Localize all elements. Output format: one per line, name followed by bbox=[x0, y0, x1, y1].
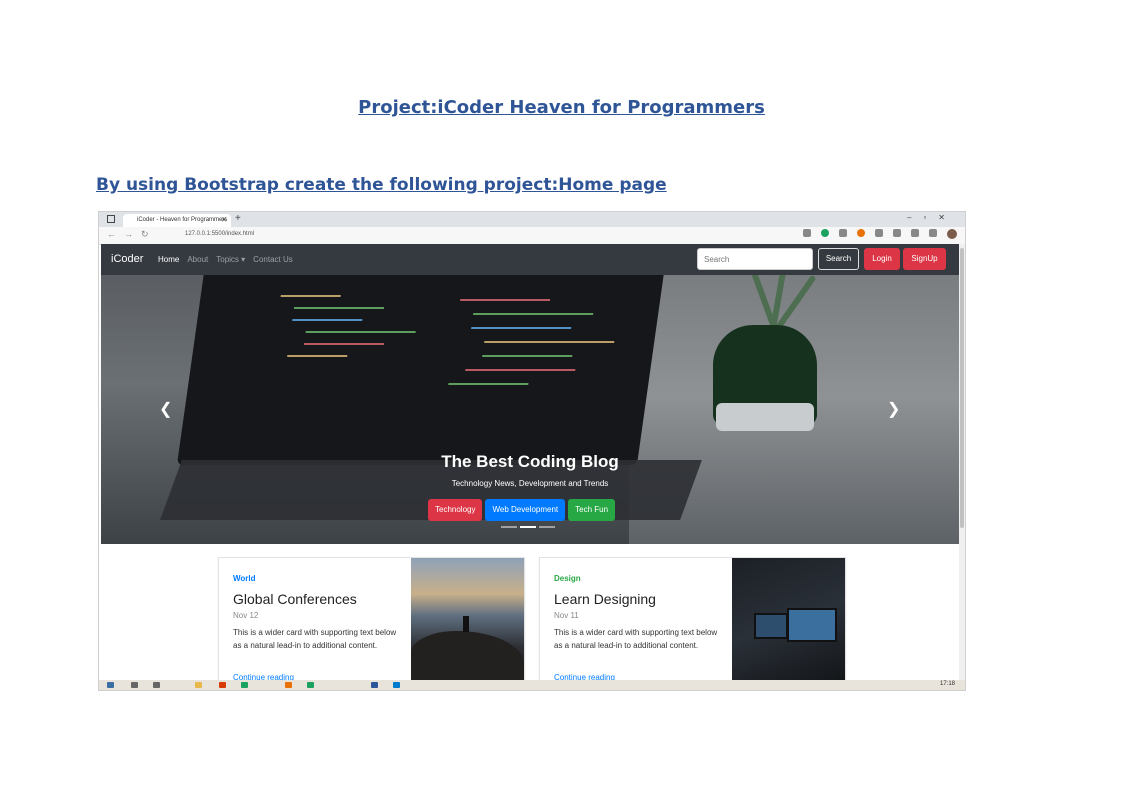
vscode-icon[interactable] bbox=[393, 682, 400, 688]
browser-tab-bar: iCoder - Heaven for Programmers ✕ + –▫✕ bbox=[99, 212, 965, 227]
carousel-indicators bbox=[501, 526, 555, 528]
browser-tab[interactable]: iCoder - Heaven for Programmers ✕ bbox=[123, 214, 231, 227]
window-controls[interactable]: –▫✕ bbox=[907, 213, 957, 222]
browser-screenshot: iCoder - Heaven for Programmers ✕ + –▫✕ … bbox=[98, 211, 966, 691]
extension-icon[interactable] bbox=[857, 229, 865, 237]
task-view-icon[interactable] bbox=[153, 682, 160, 688]
card-world: World Global Conferences Nov 12 This is … bbox=[218, 557, 525, 687]
os-taskbar: 17:18 bbox=[99, 680, 965, 690]
document-title: Project:iCoder Heaven for Programmers bbox=[358, 97, 765, 118]
card-date: Nov 11 bbox=[554, 611, 579, 620]
extension-icon[interactable] bbox=[803, 229, 811, 237]
document-subtitle: By using Bootstrap create the following … bbox=[96, 175, 667, 195]
laptop-image bbox=[176, 275, 666, 465]
card-category: Design bbox=[554, 574, 581, 583]
hero-carousel: ❮ ❯ The Best Coding Blog Technology News… bbox=[101, 275, 959, 544]
extensions-bar bbox=[803, 229, 957, 239]
favorites-icon[interactable] bbox=[911, 229, 919, 237]
hero-text: Technology News, Development and Trends bbox=[451, 479, 609, 488]
nav-about[interactable]: About bbox=[187, 255, 208, 264]
search-button[interactable]: Search bbox=[818, 248, 859, 270]
folder-icon[interactable] bbox=[195, 682, 202, 688]
edge-icon[interactable] bbox=[241, 682, 248, 688]
card-image bbox=[732, 558, 845, 686]
page-scrollbar[interactable] bbox=[959, 244, 965, 684]
card-image bbox=[411, 558, 524, 686]
extension-icon[interactable] bbox=[893, 229, 901, 237]
search-icon[interactable] bbox=[131, 682, 138, 688]
card-date: Nov 12 bbox=[233, 611, 259, 620]
tech-fun-button[interactable]: Tech Fun bbox=[568, 499, 616, 521]
new-tab-icon[interactable]: + bbox=[235, 213, 241, 224]
hero-buttons: Technology Web Development Tech Fun bbox=[428, 499, 616, 521]
chevron-right-icon[interactable]: ❯ bbox=[887, 399, 900, 419]
app-icon[interactable] bbox=[307, 682, 314, 688]
avatar[interactable] bbox=[947, 229, 957, 239]
hero-title: The Best Coding Blog bbox=[441, 452, 619, 471]
start-icon[interactable] bbox=[107, 682, 114, 688]
card-design: Design Learn Designing Nov 11 This is a … bbox=[539, 557, 846, 687]
url-field[interactable]: 127.0.0.1:5500/index.html bbox=[185, 231, 254, 237]
tab-actions-icon[interactable] bbox=[107, 215, 115, 223]
technology-button[interactable]: Technology bbox=[428, 499, 483, 521]
nav-links: Home About Topics ▾ Contact Us bbox=[158, 255, 293, 264]
nav-topics[interactable]: Topics ▾ bbox=[216, 255, 245, 264]
carousel-indicator[interactable] bbox=[539, 526, 555, 528]
card-text: This is a wider card with supporting tex… bbox=[233, 628, 397, 650]
card-title: Global Conferences bbox=[233, 591, 357, 607]
site-brand[interactable]: iCoder bbox=[111, 253, 143, 265]
word-icon[interactable] bbox=[371, 682, 378, 688]
address-bar: ←→↻ 127.0.0.1:5500/index.html bbox=[99, 227, 965, 245]
card-title: Learn Designing bbox=[554, 591, 656, 607]
plant-base-image bbox=[716, 403, 814, 431]
card-text: This is a wider card with supporting tex… bbox=[554, 628, 718, 650]
nav-home[interactable]: Home bbox=[158, 255, 179, 264]
chevron-left-icon[interactable]: ❮ bbox=[159, 399, 172, 419]
nav-contact[interactable]: Contact Us bbox=[253, 255, 293, 264]
card-category: World bbox=[233, 574, 256, 583]
login-button[interactable]: Login bbox=[864, 248, 900, 270]
signup-button[interactable]: SignUp bbox=[903, 248, 946, 270]
taskbar-clock: 17:18 bbox=[939, 681, 955, 687]
carousel-indicator[interactable] bbox=[501, 526, 517, 528]
close-icon[interactable]: ✕ bbox=[221, 214, 227, 227]
tab-title: iCoder - Heaven for Programmers bbox=[137, 217, 228, 223]
extension-icon[interactable] bbox=[821, 229, 829, 237]
carousel-indicator[interactable] bbox=[520, 526, 536, 528]
search-input[interactable] bbox=[697, 248, 813, 270]
extension-icon[interactable] bbox=[839, 229, 847, 237]
collections-icon[interactable] bbox=[929, 229, 937, 237]
office-icon[interactable] bbox=[219, 682, 226, 688]
chrome-icon[interactable] bbox=[285, 682, 292, 688]
site-navbar: iCoder Home About Topics ▾ Contact Us Se… bbox=[101, 244, 959, 275]
web-development-button[interactable]: Web Development bbox=[485, 499, 566, 521]
extension-icon[interactable] bbox=[875, 229, 883, 237]
nav-buttons[interactable]: ←→↻ bbox=[107, 229, 157, 240]
